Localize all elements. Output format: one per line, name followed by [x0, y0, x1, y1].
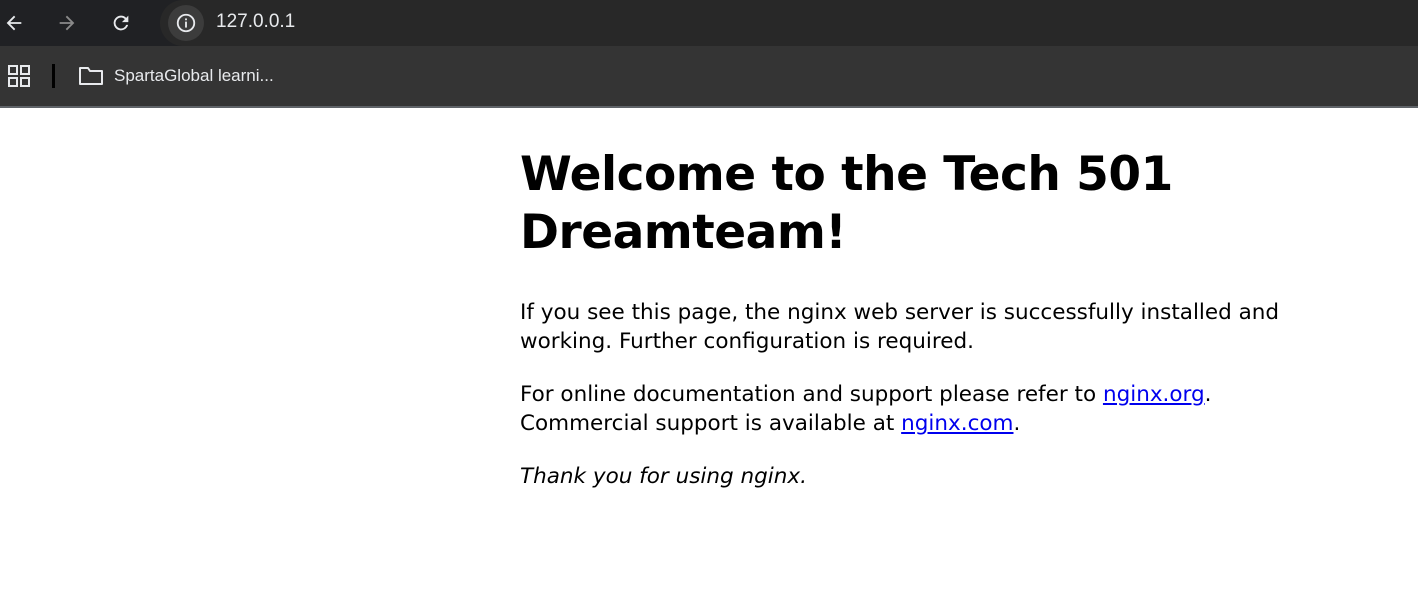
back-button[interactable] [0, 5, 32, 41]
apps-button[interactable] [3, 60, 35, 92]
reload-button[interactable] [103, 5, 139, 41]
bookmarks-bar: SpartaGlobal learni... [0, 46, 1418, 108]
arrow-right-icon [59, 15, 75, 31]
arrow-left-icon [6, 15, 22, 31]
url-text[interactable]: 127.0.0.1 [216, 0, 295, 46]
address-bar[interactable]: 127.0.0.1 [160, 0, 1418, 46]
documentation-text: For online documentation and support ple… [520, 382, 1103, 407]
nginx-com-link[interactable]: nginx.com [901, 411, 1013, 436]
page-content: Welcome to the Tech 501 Dreamteam! If yo… [520, 108, 1280, 491]
nginx-org-link[interactable]: nginx.org [1103, 382, 1205, 407]
bookmark-folder-label: SpartaGlobal learni... [114, 66, 274, 85]
intro-paragraph: If you see this page, the nginx web serv… [520, 300, 1280, 354]
commercial-support-period: . [1013, 411, 1021, 436]
documentation-period: . [1204, 382, 1212, 407]
thank-you-text: Thank you for using nginx. [520, 464, 807, 489]
apps-grid-icon [8, 65, 30, 87]
info-icon [176, 13, 196, 33]
browser-toolbar: 127.0.0.1 [0, 0, 1418, 46]
commercial-support-text: Commercial support is available at [520, 411, 902, 436]
page-heading: Welcome to the Tech 501 Dreamteam! [520, 147, 1173, 260]
reload-icon [113, 15, 129, 31]
folder-icon [79, 67, 103, 85]
site-info-button[interactable] [168, 5, 204, 41]
forward-button[interactable] [49, 5, 85, 41]
bookmark-folder-spartaglobal[interactable]: SpartaGlobal learni... [72, 60, 280, 92]
documentation-paragraph: For online documentation and support ple… [520, 380, 1280, 438]
bookmarks-separator [52, 64, 55, 88]
